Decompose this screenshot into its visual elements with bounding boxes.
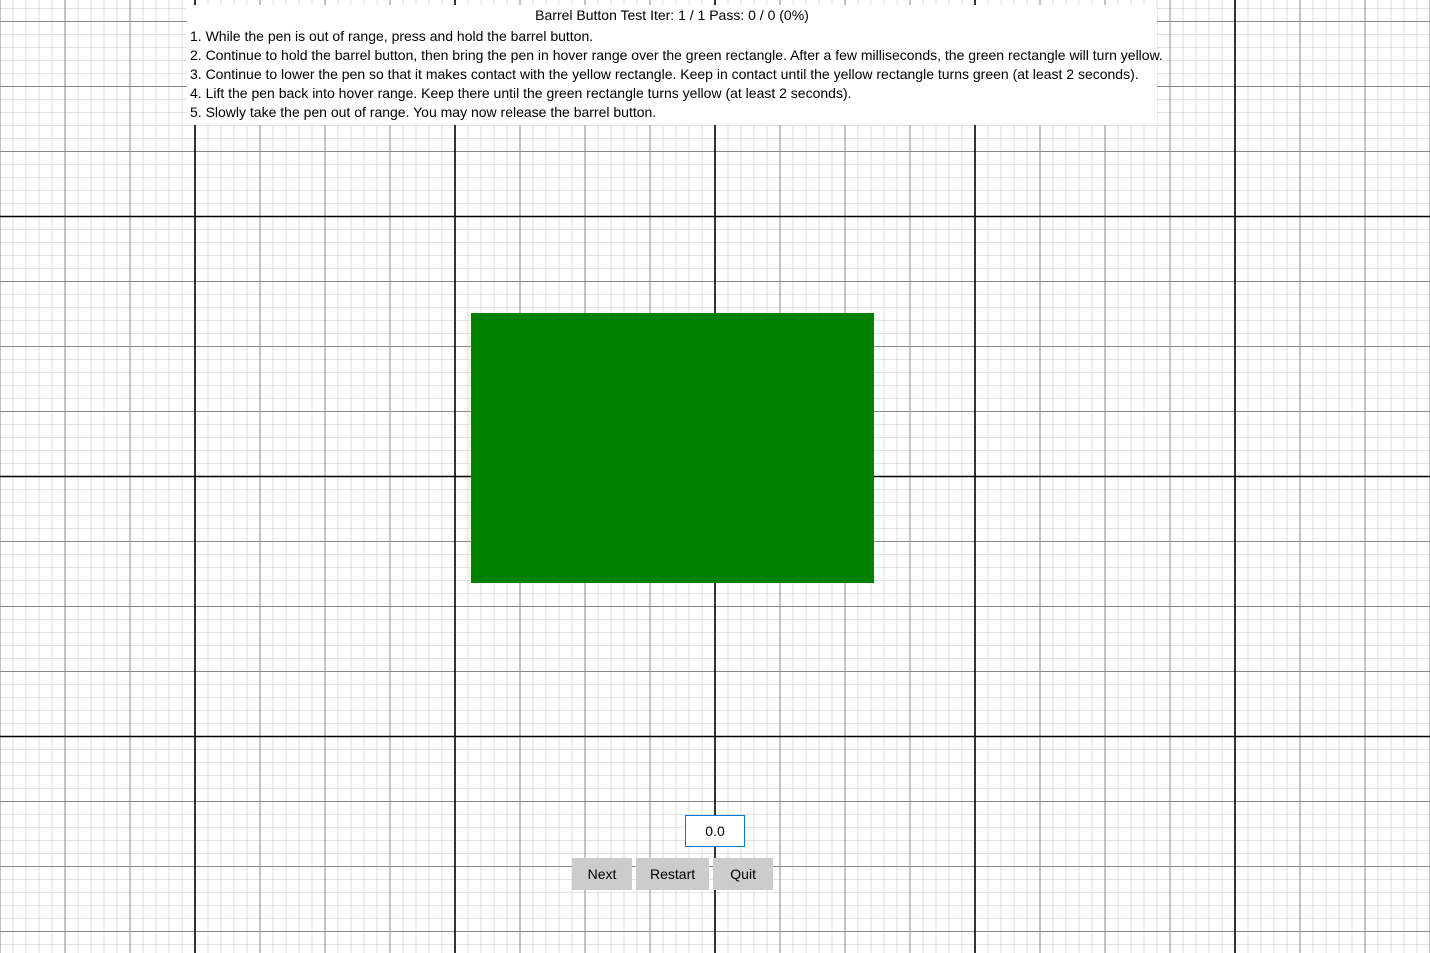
- readout-value: 0.0: [685, 815, 745, 847]
- instruction-4: 4. Lift the pen back into hover range. K…: [190, 84, 1157, 103]
- instructions-panel: Barrel Button Test Iter: 1 / 1 Pass: 0 /…: [187, 5, 1157, 125]
- instruction-3: 3. Continue to lower the pen so that it …: [190, 65, 1157, 84]
- instruction-1: 1. While the pen is out of range, press …: [190, 27, 1157, 46]
- instruction-2: 2. Continue to hold the barrel button, t…: [190, 46, 1157, 65]
- instructions-list: 1. While the pen is out of range, press …: [187, 27, 1157, 121]
- instruction-5: 5. Slowly take the pen out of range. You…: [190, 103, 1157, 122]
- button-bar: Next Restart Quit: [572, 858, 773, 890]
- quit-button[interactable]: Quit: [713, 858, 773, 890]
- next-button[interactable]: Next: [572, 858, 632, 890]
- target-rectangle[interactable]: [471, 313, 874, 583]
- restart-button[interactable]: Restart: [636, 858, 709, 890]
- test-title: Barrel Button Test Iter: 1 / 1 Pass: 0 /…: [187, 7, 1157, 23]
